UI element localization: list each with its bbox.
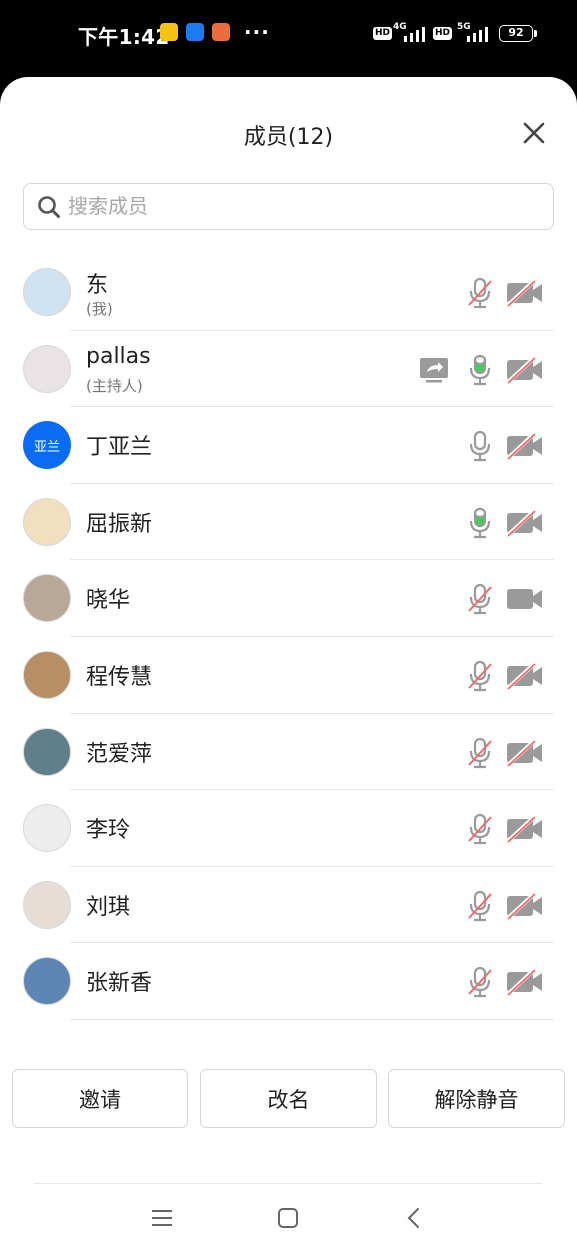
- camera-off-icon[interactable]: [505, 737, 545, 769]
- avatar: [23, 268, 71, 316]
- member-name: 丁亚兰: [86, 435, 153, 461]
- battery-level: 92: [508, 26, 524, 39]
- battery-indicator: 92: [499, 25, 537, 42]
- mic-muted-icon[interactable]: [465, 966, 495, 998]
- member-name: 张新香: [86, 971, 153, 997]
- avatar: [23, 344, 71, 393]
- member-row[interactable]: 范爱萍: [0, 714, 577, 791]
- member-name: 晓华: [86, 588, 131, 614]
- mic-icon[interactable]: [465, 354, 495, 386]
- member-row[interactable]: 刘琪: [0, 867, 577, 944]
- member-name: 东: [86, 273, 109, 298]
- member-name: 程传慧: [86, 664, 153, 690]
- hd-badge: HD: [373, 27, 393, 40]
- status-time: 下午1:42: [78, 25, 170, 49]
- avatar: [23, 574, 71, 623]
- mic-muted-icon[interactable]: [465, 737, 495, 769]
- home-icon[interactable]: [275, 1205, 301, 1231]
- meeting-app-icon: [186, 23, 204, 41]
- signal-icon: [404, 27, 425, 42]
- avatar: [23, 497, 71, 546]
- avatar: [23, 880, 71, 929]
- invite-button[interactable]: 邀请: [12, 1069, 188, 1128]
- close-icon[interactable]: [522, 121, 546, 145]
- member-list[interactable]: 东 (我) pallas (主持人) 亚兰 丁亚兰屈振新晓华程传慧范爱萍李玲刘琪张新香: [0, 254, 577, 1044]
- game-app-icon: [212, 23, 230, 41]
- member-row[interactable]: 程传慧: [0, 637, 577, 714]
- member-role: (主持人): [86, 376, 143, 395]
- avatar: [23, 957, 71, 1006]
- camera-off-icon[interactable]: [505, 354, 545, 386]
- camera-off-icon[interactable]: [505, 277, 545, 309]
- member-row[interactable]: 李玲: [0, 790, 577, 867]
- screen-share-icon: [418, 356, 450, 384]
- nav-divider: [34, 1183, 542, 1184]
- back-icon[interactable]: [401, 1205, 427, 1231]
- hd-badge-2: HD: [433, 27, 453, 40]
- mic-icon[interactable]: [465, 430, 495, 462]
- member-row[interactable]: 晓华: [0, 560, 577, 637]
- avatar: 亚兰: [23, 421, 71, 470]
- member-name: 范爱萍: [86, 741, 153, 767]
- mic-icon[interactable]: [465, 507, 495, 539]
- mic-muted-icon[interactable]: [465, 583, 495, 615]
- unmute-all-button[interactable]: 解除静音: [388, 1069, 565, 1128]
- camera-off-icon[interactable]: [505, 430, 545, 462]
- mic-muted-icon[interactable]: [465, 660, 495, 692]
- member-row[interactable]: 东 (我): [0, 254, 577, 331]
- camera-off-icon[interactable]: [505, 507, 545, 539]
- member-row[interactable]: 亚兰 丁亚兰: [0, 407, 577, 484]
- camera-off-icon[interactable]: [505, 660, 545, 692]
- member-name: 屈振新: [86, 511, 153, 537]
- member-row[interactable]: 屈振新: [0, 484, 577, 561]
- members-sheet: 成员(12) 东 (我) pallas (主持人) 亚兰 丁亚兰屈振新晓华程传慧范爱萍李玲…: [0, 77, 577, 1253]
- avatar-initials: 亚兰: [33, 439, 60, 455]
- mic-muted-icon[interactable]: [465, 277, 495, 309]
- member-name: 李玲: [86, 818, 131, 844]
- member-name: 刘琪: [86, 894, 131, 920]
- camera-off-icon[interactable]: [505, 890, 545, 922]
- member-name: pallas: [86, 343, 151, 369]
- member-row[interactable]: pallas (主持人): [0, 331, 577, 408]
- search-input[interactable]: [68, 191, 538, 221]
- menu-icon[interactable]: [149, 1205, 175, 1231]
- camera-off-icon[interactable]: [505, 966, 545, 998]
- mail-app-icon: [160, 23, 178, 41]
- camera-off-icon[interactable]: [505, 813, 545, 845]
- avatar: [23, 804, 71, 853]
- mic-muted-icon[interactable]: [465, 813, 495, 845]
- avatar: [23, 650, 71, 699]
- member-row[interactable]: 张新香: [0, 943, 577, 1020]
- avatar: [23, 727, 71, 776]
- mic-muted-icon[interactable]: [465, 890, 495, 922]
- member-role: (我): [86, 300, 113, 318]
- row-divider: [70, 1018, 554, 1020]
- search-icon: [38, 196, 60, 218]
- sheet-title: 成员(12): [243, 125, 334, 150]
- camera-icon[interactable]: [505, 583, 545, 615]
- rename-button[interactable]: 改名: [200, 1069, 377, 1128]
- signal-icon-2: [467, 27, 488, 42]
- search-box[interactable]: [23, 183, 554, 230]
- status-bar: 下午1:42 ··· HD 4G HD 5G 92: [0, 0, 577, 70]
- more-notifications-icon: ···: [244, 20, 270, 44]
